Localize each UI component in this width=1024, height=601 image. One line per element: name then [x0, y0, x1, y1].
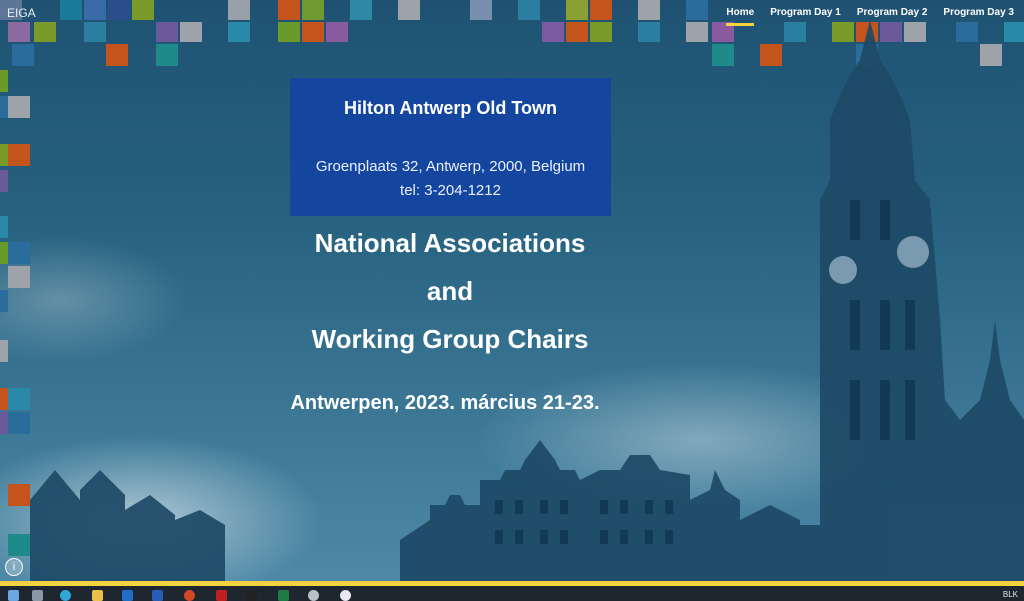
nav-program-day-3[interactable]: Program Day 3 [943, 7, 1014, 26]
start-icon[interactable] [8, 590, 19, 601]
windows-taskbar: BLK [0, 586, 1024, 601]
event-date-location: Antwerpen, 2023. március 21-23. [290, 392, 600, 414]
acrobat-icon[interactable] [216, 590, 227, 601]
powerpoint-icon[interactable] [184, 590, 195, 601]
settings-icon[interactable] [308, 590, 319, 601]
hotel-name: Hilton Antwerp Old Town [344, 98, 557, 118]
hotel-info-card: Hilton Antwerp Old Town Groenplaats 32, … [290, 78, 611, 216]
edge-icon[interactable] [60, 590, 71, 601]
site-brand[interactable]: EIGA [7, 6, 36, 20]
info-icon[interactable]: i [5, 558, 23, 576]
event-title-line-2: and [426, 276, 474, 306]
nav-home[interactable]: Home [726, 7, 754, 26]
app-icon[interactable] [246, 590, 257, 601]
excel-icon[interactable] [278, 590, 289, 601]
word-icon[interactable] [152, 590, 163, 601]
hotel-address: Groenplaats 32, Antwerp, 2000, Belgium [315, 158, 586, 175]
nav-program-day-2[interactable]: Program Day 2 [857, 7, 928, 26]
event-title-line-3: Working Group Chairs [311, 324, 589, 354]
system-tray-text[interactable]: BLK [1003, 590, 1018, 599]
nav-program-day-1[interactable]: Program Day 1 [770, 7, 841, 26]
paint-icon[interactable] [340, 590, 351, 601]
task-view-icon[interactable] [32, 590, 43, 601]
main-navigation: Home Program Day 1 Program Day 2 Program… [726, 7, 1014, 26]
hotel-phone: tel: 3-204-1212 [400, 182, 501, 199]
file-explorer-icon[interactable] [92, 590, 103, 601]
event-title-line-1: National Associations [314, 228, 586, 258]
outlook-icon[interactable] [122, 590, 133, 601]
